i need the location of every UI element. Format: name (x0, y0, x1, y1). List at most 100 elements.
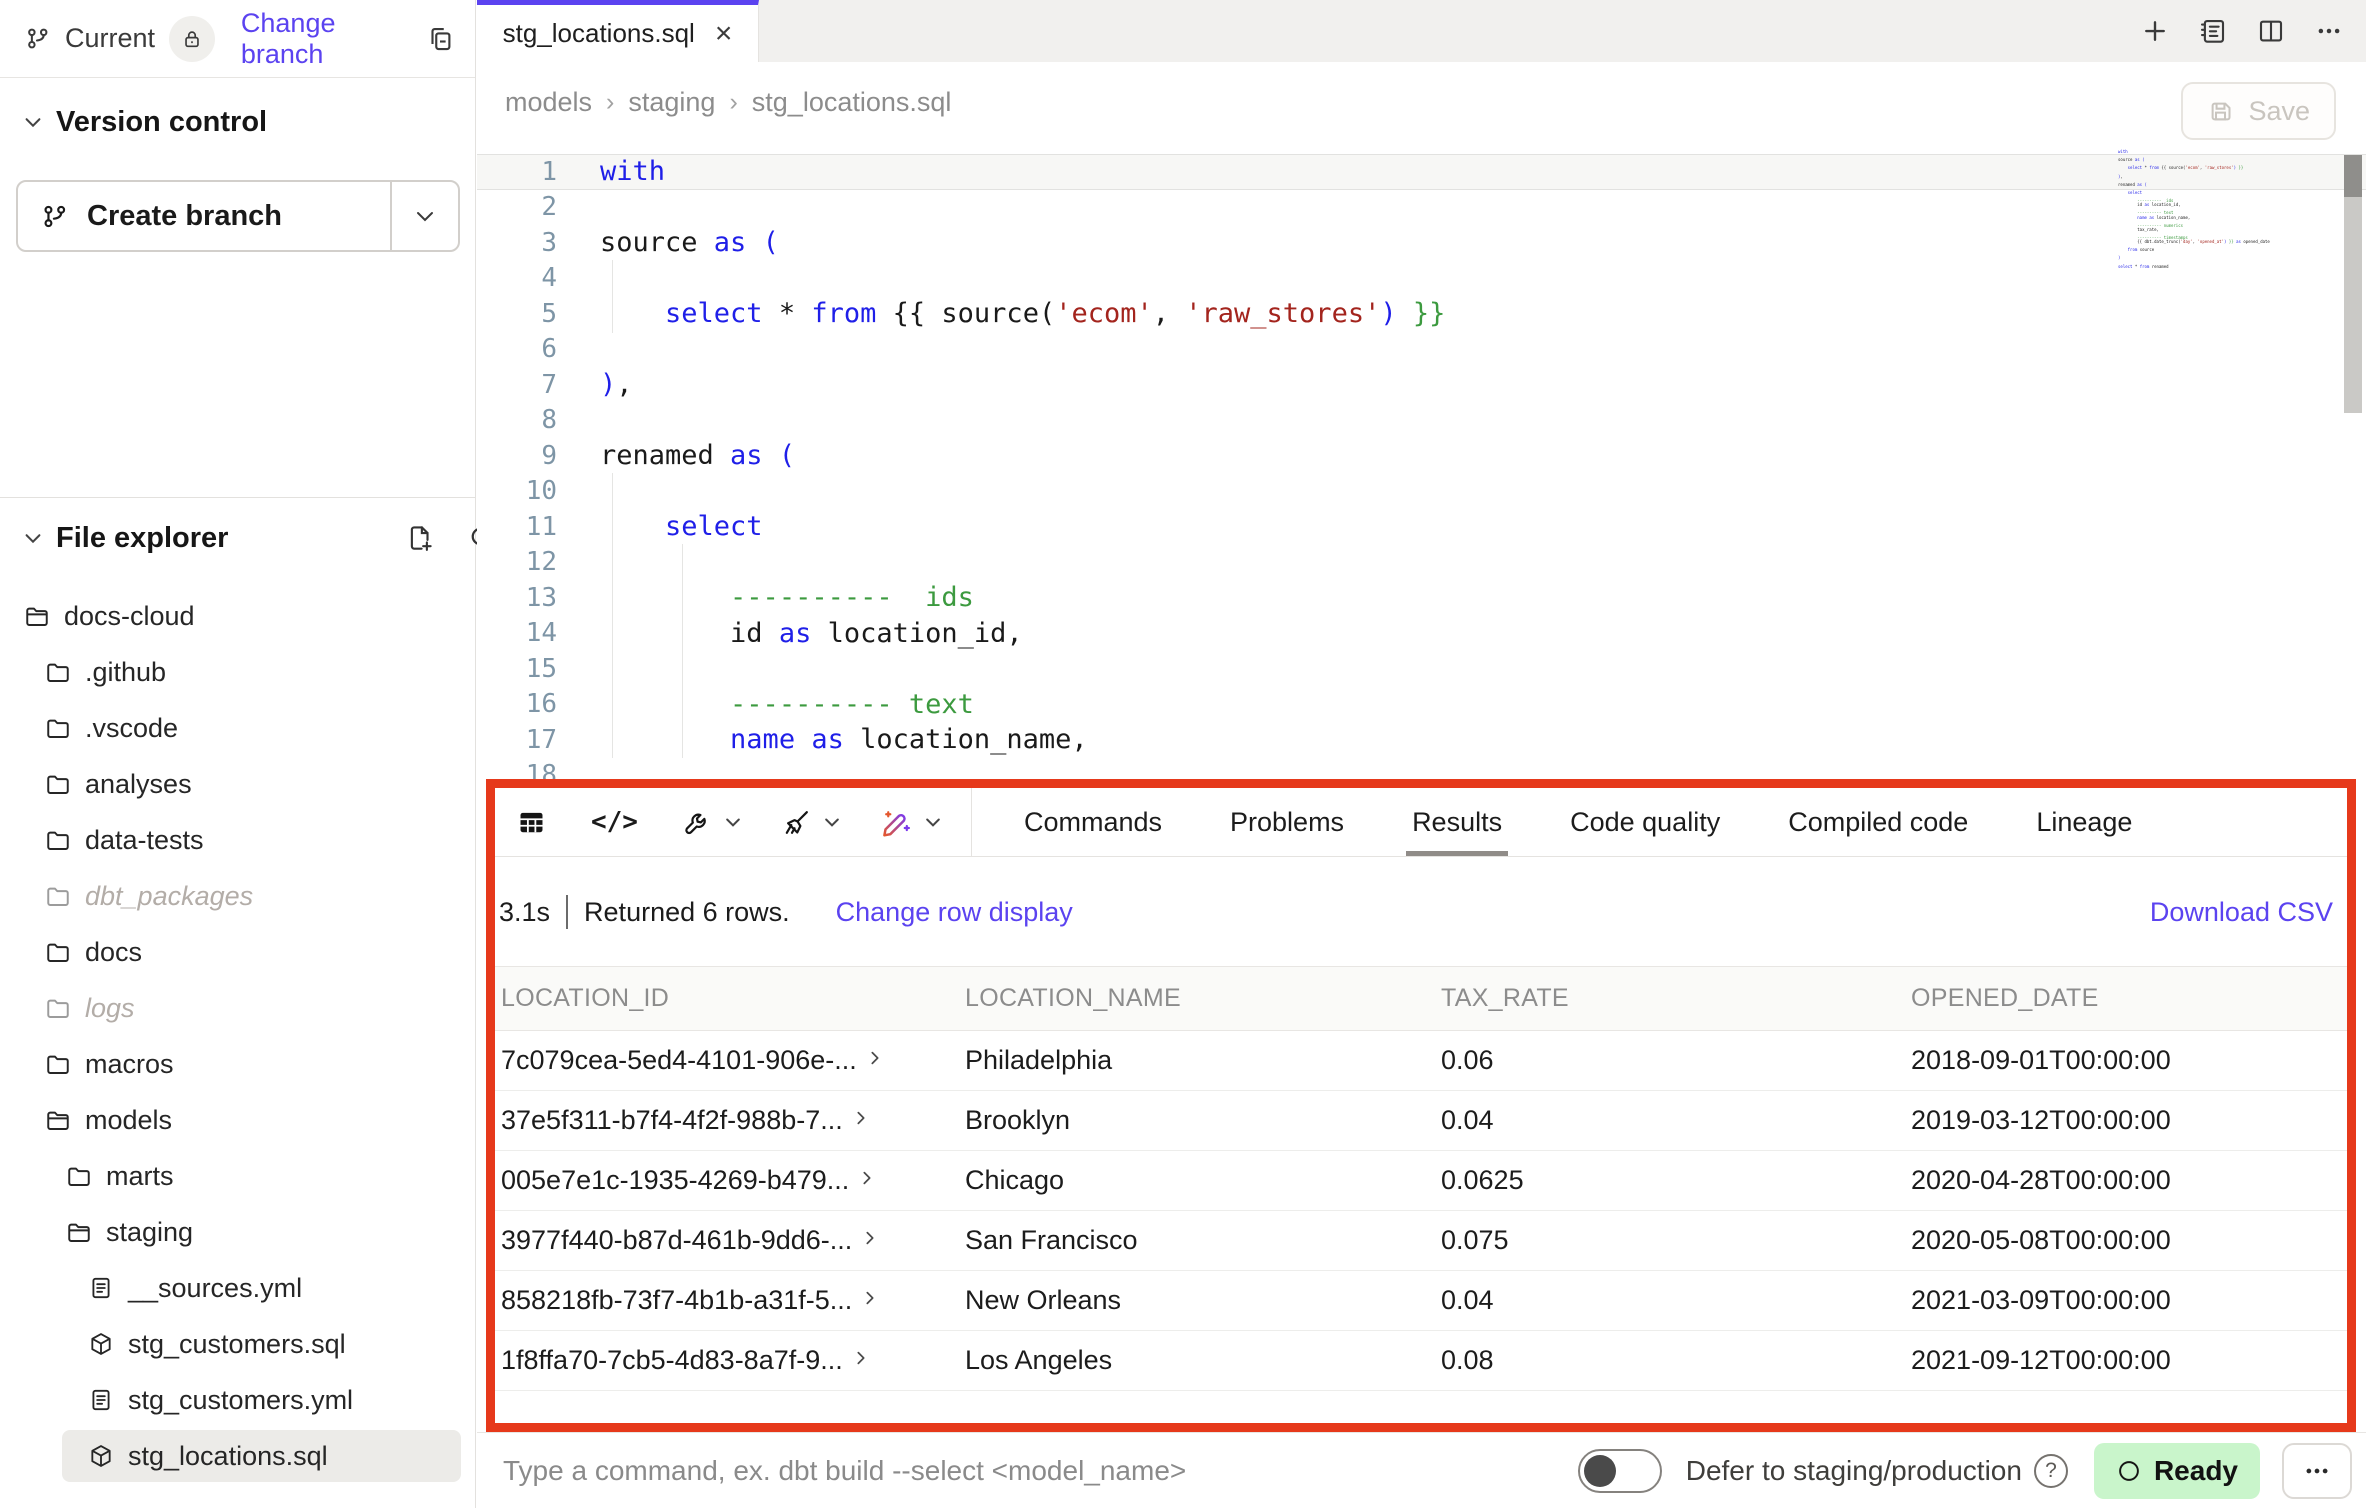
file-tree-item--vscode[interactable]: .vscode (0, 700, 475, 756)
column-header-tax_rate[interactable]: TAX_RATE (1441, 984, 1911, 1013)
file-explorer-header[interactable]: File explorer (0, 508, 521, 568)
code-line-2[interactable]: 2 (477, 190, 2366, 226)
file-tree-item-macros[interactable]: macros (0, 1036, 475, 1092)
file-tree-item-logs[interactable]: logs (0, 980, 475, 1036)
help-icon[interactable]: ? (2034, 1454, 2068, 1488)
scrollbar-thumb[interactable] (2344, 155, 2362, 197)
current-branch-label: Current (65, 23, 155, 54)
file-tree-item-docs-cloud[interactable]: docs-cloud (0, 588, 475, 644)
defer-toggle[interactable] (1578, 1449, 1662, 1493)
code-line-11[interactable]: 11 select (477, 509, 2366, 545)
table-cell: 0.04 (1441, 1285, 1911, 1316)
file-tree-item-data-tests[interactable]: data-tests (0, 812, 475, 868)
file-tree-item-label: docs-cloud (64, 601, 195, 632)
table-cell: 2018-09-01T00:00:00 (1911, 1045, 2347, 1076)
copy-icon[interactable] (425, 24, 455, 54)
outline-icon[interactable] (2198, 16, 2228, 46)
code-line-3[interactable]: 3source as ( (477, 225, 2366, 261)
column-header-location_name[interactable]: LOCATION_NAME (965, 984, 1441, 1013)
file-tree-item-stg-locations-sql[interactable]: stg_locations.sql (0, 1428, 475, 1484)
breadcrumb-file: stg_locations.sql (752, 87, 952, 118)
code-line-18[interactable]: 18 (477, 758, 2366, 780)
panel-tab-code-quality[interactable]: Code quality (1536, 788, 1754, 856)
table-cell: 0.0625 (1441, 1165, 1911, 1196)
preview-table-icon[interactable] (516, 807, 547, 838)
code-line-7[interactable]: 7), (477, 367, 2366, 403)
save-label: Save (2248, 96, 2310, 127)
file-tree-item-stg-customers-yml[interactable]: stg_customers.yml (0, 1372, 475, 1428)
tab-stg-locations[interactable]: stg_locations.sql × (477, 0, 759, 62)
table-cell: 2019-03-12T00:00:00 (1911, 1105, 2347, 1136)
code-editor[interactable]: 1with23source as (45 select * from {{ so… (477, 142, 2366, 779)
statusbar-more-button[interactable] (2282, 1443, 2352, 1499)
file-tree-item--sources-yml[interactable]: __sources.yml (0, 1260, 475, 1316)
create-branch-button[interactable]: Create branch (16, 180, 460, 252)
table-cell: New Orleans (965, 1285, 1441, 1316)
file-tree-item-stg-customers-sql[interactable]: stg_customers.sql (0, 1316, 475, 1372)
change-branch-link[interactable]: Change branch (241, 8, 425, 70)
code-line-5[interactable]: 5 select * from {{ source('ecom', 'raw_s… (477, 296, 2366, 332)
file-tree: docs-cloud .github.vscodeanalysesdata-tes… (0, 588, 475, 1484)
expand-chevron-icon[interactable] (862, 1290, 878, 1306)
file-tree-item-docs[interactable]: docs (0, 924, 475, 980)
code-line-6[interactable]: 6 (477, 332, 2366, 368)
panel-tab-results[interactable]: Results (1378, 788, 1536, 856)
results-table-body: 7c079cea-5ed4-4101-906e-...Philadelphia0… (495, 1031, 2347, 1391)
table-cell: 2021-09-12T00:00:00 (1911, 1345, 2347, 1376)
column-header-location_id[interactable]: LOCATION_ID (495, 984, 965, 1013)
code-line-1[interactable]: 1with (477, 154, 2366, 190)
code-line-14[interactable]: 14 id as location_id, (477, 616, 2366, 652)
folder-icon (45, 1051, 71, 1077)
create-branch-dropdown[interactable] (390, 182, 458, 250)
code-line-8[interactable]: 8 (477, 403, 2366, 439)
command-input[interactable] (501, 1454, 1455, 1488)
file-tree-item-label: macros (85, 1049, 174, 1080)
column-header-opened_date[interactable]: OPENED_DATE (1911, 984, 2347, 1013)
file-tree-item-analyses[interactable]: analyses (0, 756, 475, 812)
create-branch-main[interactable]: Create branch (18, 182, 390, 250)
new-file-icon[interactable] (405, 523, 435, 553)
close-icon[interactable]: × (715, 19, 733, 49)
split-editor-icon[interactable] (2256, 16, 2286, 46)
expand-chevron-icon[interactable] (853, 1350, 869, 1366)
code-line-text: name as location_name, (600, 722, 1088, 758)
download-csv-link[interactable]: Download CSV (2150, 897, 2333, 928)
cell-value: New Orleans (965, 1285, 1121, 1316)
panel-tab-compiled-code[interactable]: Compiled code (1754, 788, 2002, 856)
ai-copilot-icon[interactable] (880, 806, 943, 839)
panel-tab-problems[interactable]: Problems (1196, 788, 1378, 856)
save-icon (2207, 98, 2234, 125)
compile-code-icon[interactable]: </> (591, 807, 638, 837)
panel-tab-commands[interactable]: Commands (990, 788, 1196, 856)
code-line-9[interactable]: 9renamed as ( (477, 438, 2366, 474)
panel-tab-lineage[interactable]: Lineage (2002, 788, 2166, 856)
lint-broom-icon[interactable] (781, 807, 842, 838)
expand-chevron-icon[interactable] (867, 1050, 883, 1066)
file-tree-item-dbt-packages[interactable]: dbt_packages (0, 868, 475, 924)
file-tree-item-staging[interactable]: staging (0, 1204, 475, 1260)
table-row: 37e5f311-b7f4-4f2f-988b-7...Brooklyn0.04… (495, 1091, 2347, 1151)
code-line-12[interactable]: 12 (477, 545, 2366, 581)
code-line-10[interactable]: 10 (477, 474, 2366, 510)
expand-chevron-icon[interactable] (859, 1170, 875, 1186)
new-tab-icon[interactable] (2140, 16, 2170, 46)
more-options-icon[interactable] (2314, 16, 2344, 46)
code-line-17[interactable]: 17 name as location_name, (477, 722, 2366, 758)
editor-scrollbar[interactable] (2344, 155, 2362, 413)
version-control-header[interactable]: Version control (0, 92, 521, 152)
save-button[interactable]: Save (2181, 82, 2336, 140)
build-wrench-icon[interactable] (682, 807, 743, 838)
file-tree-item-models[interactable]: models (0, 1092, 475, 1148)
code-line-4[interactable]: 4 (477, 261, 2366, 297)
expand-chevron-icon[interactable] (862, 1230, 878, 1246)
expand-chevron-icon[interactable] (853, 1110, 869, 1126)
code-line-16[interactable]: 16 ---------- text (477, 687, 2366, 723)
file-tree-item-marts[interactable]: marts (0, 1148, 475, 1204)
code-line-13[interactable]: 13 ---------- ids (477, 580, 2366, 616)
breadcrumb-staging[interactable]: staging (628, 87, 715, 118)
line-number: 3 (477, 228, 557, 258)
change-row-display-link[interactable]: Change row display (836, 897, 1073, 928)
code-line-15[interactable]: 15 (477, 651, 2366, 687)
file-tree-item--github[interactable]: .github (0, 644, 475, 700)
breadcrumb-models[interactable]: models (505, 87, 592, 118)
